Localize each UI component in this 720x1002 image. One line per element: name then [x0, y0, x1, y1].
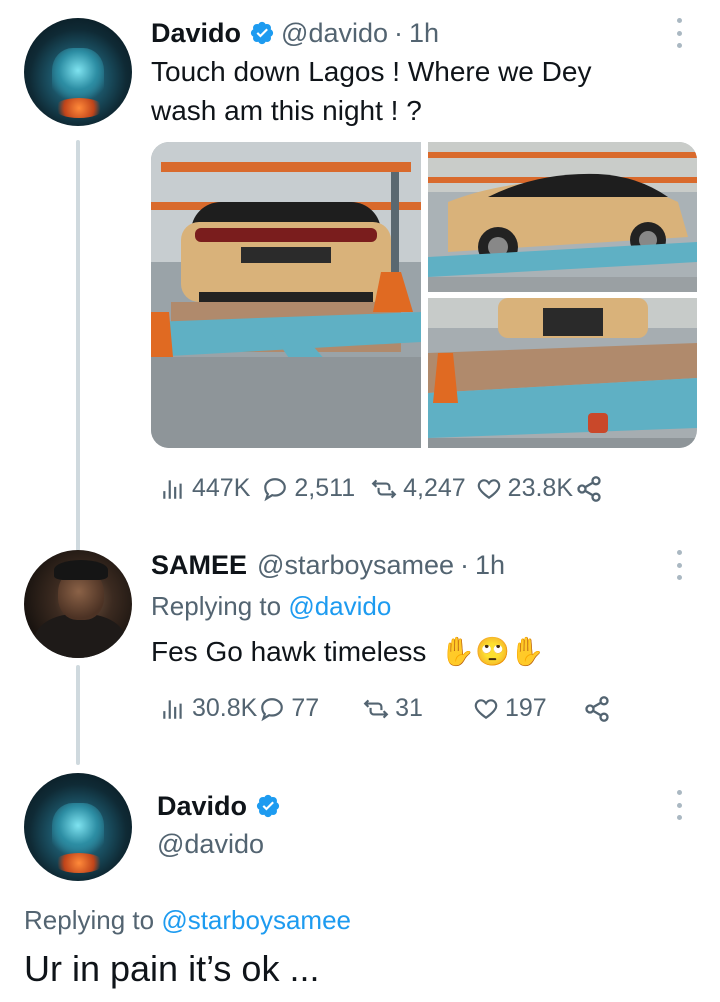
reply-button[interactable]: 2,511 — [262, 474, 355, 503]
replying-to-handle[interactable]: @starboysamee — [161, 905, 351, 935]
retweet-icon — [363, 699, 389, 718]
author-handle[interactable]: @starboysamee — [257, 549, 454, 581]
tweet-text-line: Fes Go hawk timeless — [151, 636, 427, 667]
more-options-icon[interactable] — [675, 18, 683, 48]
reply-button[interactable]: 77 — [259, 694, 319, 723]
tweet-actions: 447K 2,511 4,247 23.8K — [160, 474, 603, 503]
avatar-davido[interactable] — [24, 18, 132, 126]
author-handle[interactable]: @davido — [157, 828, 264, 860]
like-count: 197 — [504, 694, 547, 722]
views-stat[interactable]: 447K — [160, 474, 250, 503]
analytics-icon — [163, 479, 182, 499]
tweet-media-grid — [151, 142, 697, 448]
replying-to-label: Replying to — [24, 905, 155, 935]
car-side-photo[interactable] — [428, 142, 697, 292]
retweet-icon — [371, 479, 397, 498]
like-button[interactable]: 197 — [473, 694, 547, 723]
analytics-icon — [163, 699, 182, 719]
verified-badge-icon — [256, 794, 280, 818]
author-name[interactable]: SAMEE — [151, 549, 247, 581]
author-name[interactable]: Davido — [151, 17, 241, 49]
tweet-header: SAMEE @starboysamee · 1h — [151, 549, 505, 581]
author-handle[interactable]: @davido — [281, 17, 388, 49]
share-icon[interactable] — [575, 475, 603, 503]
timestamp[interactable]: 1h — [475, 549, 505, 581]
thread-connector-1 — [76, 140, 80, 552]
timestamp[interactable]: 1h — [409, 17, 439, 49]
retweet-count: 31 — [395, 694, 423, 722]
like-count: 23.8K — [507, 474, 574, 502]
replying-to-label: Replying to — [151, 591, 282, 621]
heart-icon — [474, 698, 498, 719]
car-rear-photo[interactable] — [151, 142, 421, 448]
car-front-photo[interactable] — [428, 298, 697, 448]
tweet-text: Ur in pain it’s ok ... — [24, 948, 320, 989]
author-name[interactable]: Davido — [157, 790, 247, 822]
reply-count: 77 — [291, 694, 320, 722]
heart-icon — [477, 478, 500, 499]
retweet-button[interactable]: 31 — [363, 694, 423, 723]
replying-to-handle[interactable]: @davido — [288, 591, 391, 621]
share-icon[interactable] — [583, 695, 611, 723]
tweet-header: Davido @davido · 1h — [151, 17, 439, 49]
retweet-button[interactable]: 4,247 — [371, 474, 466, 503]
thread-connector-2 — [76, 665, 80, 765]
views-count: 30.8K — [192, 694, 258, 722]
emoji-sequence: ✋🙄✋ — [440, 636, 545, 667]
replying-to: Replying to @davido — [151, 590, 391, 622]
tweet-text: Touch down Lagos ! Where we Dey wash am … — [151, 52, 591, 130]
retweet-count: 4,247 — [403, 474, 466, 502]
like-button[interactable]: 23.8K — [476, 474, 573, 503]
tweet-text-line: wash am this night ! ? — [151, 95, 422, 126]
separator-dot: · — [460, 550, 470, 580]
tweet-header: Davido — [157, 790, 281, 822]
views-stat[interactable]: 30.8K — [160, 694, 257, 723]
tweet-text: Fes Go hawk timeless ✋🙄✋ — [151, 632, 545, 671]
reply-icon — [261, 697, 284, 721]
more-options-icon[interactable] — [675, 790, 683, 820]
reply-icon — [264, 477, 287, 501]
tweet-actions: 30.8K 77 31 197 — [160, 694, 611, 723]
views-count: 447K — [192, 474, 251, 502]
reply-count: 2,511 — [294, 474, 356, 502]
tweet-text-line: Touch down Lagos ! Where we Dey — [151, 56, 592, 87]
separator-dot: · — [394, 18, 404, 48]
more-options-icon[interactable] — [675, 550, 683, 580]
avatar-samee[interactable] — [24, 550, 132, 658]
author-handle-row: @davido — [157, 828, 264, 860]
verified-badge-icon — [250, 21, 274, 45]
avatar-davido[interactable] — [24, 773, 132, 881]
replying-to: Replying to @starboysamee — [24, 904, 351, 936]
